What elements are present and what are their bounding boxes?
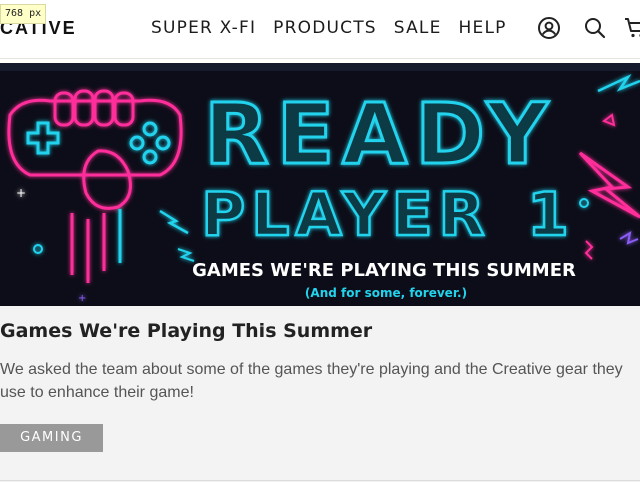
svg-text:+: + (16, 186, 26, 200)
cart-icon[interactable] (622, 15, 640, 41)
svg-text:+: + (78, 293, 86, 304)
article-title[interactable]: Games We're Playing This Summer (0, 320, 372, 342)
hero-tagline: (And for some, forever.) (305, 286, 467, 300)
search-icon[interactable] (582, 15, 608, 41)
nav-item-help[interactable]: HELP (459, 16, 507, 40)
hero-banner[interactable]: + + READY PLAYER 1 GAMES WE'RE PLAYING T… (0, 63, 640, 306)
nav-item-super-x-fi[interactable]: SUPER X-FI (151, 16, 256, 40)
nav-item-products[interactable]: PRODUCTS (273, 16, 377, 40)
account-icon[interactable] (536, 15, 562, 41)
nav-item-sale[interactable]: SALE (394, 16, 442, 40)
category-tag-button[interactable]: GAMING (0, 424, 103, 452)
article-card: Games We're Playing This Summer We asked… (0, 306, 640, 482)
viewport-width-badge: 768 px (0, 4, 47, 24)
main-nav: SUPER X-FI PRODUCTS SALE HELP (151, 16, 524, 40)
article-description: We asked the team about some of the game… (0, 361, 623, 401)
hero-subtitle: GAMES WE'RE PLAYING THIS SUMMER (192, 260, 576, 281)
hero-ready-text: READY (204, 85, 556, 183)
hero-player-numeral: 1 (527, 180, 569, 250)
site-header: 768 px CATIVE SUPER X-FI PRODUCTS SALE H… (0, 0, 640, 59)
svg-text:PLAYER: PLAYER (201, 180, 491, 250)
hero-player-text: PLAYER (201, 180, 491, 250)
divider (0, 480, 640, 481)
